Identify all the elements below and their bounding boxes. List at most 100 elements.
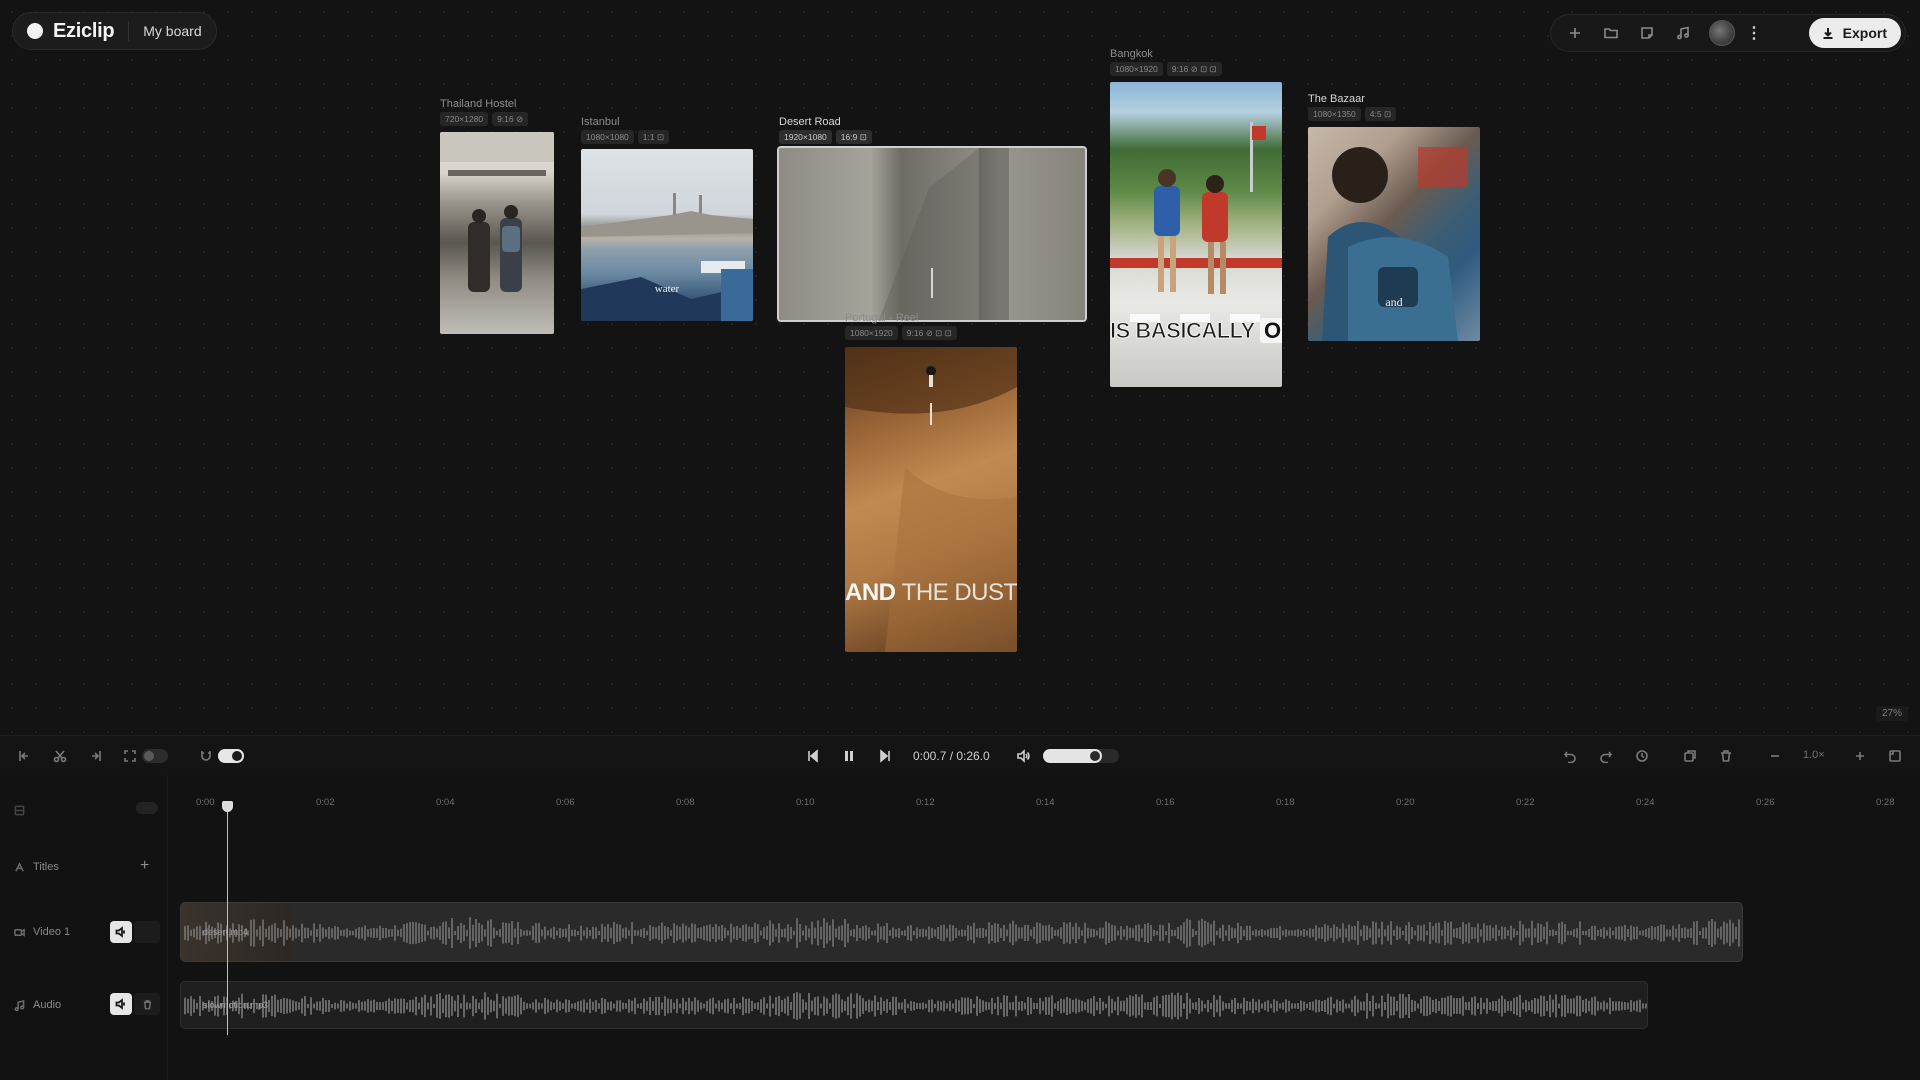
fit-frame-icon[interactable] (120, 746, 140, 766)
track-visibility-toggle[interactable] (136, 802, 158, 814)
clip-card-thailand-hostel[interactable]: Thailand Hostel 720×1280 9:16 ⊘ (440, 98, 554, 338)
board-canvas[interactable]: Eziclip My board ⋮ Export Thailand Hoste… (0, 0, 1920, 735)
canvas-zoom-indicator[interactable]: 27% (1875, 706, 1908, 721)
timeline-zoom-value: 1.0× (1803, 749, 1825, 761)
clip-caption: water (654, 283, 680, 295)
audio-clip-strip[interactable]: slowmotion.mp3 (180, 981, 1648, 1029)
download-icon (1823, 28, 1833, 39)
volume-slider[interactable] (1043, 749, 1119, 763)
clip-title: Thailand Hostel (440, 98, 517, 110)
trash-icon (143, 999, 151, 1009)
video-track-options[interactable] (134, 921, 160, 943)
track-label-video: Video 1 (14, 926, 70, 938)
magnet-toggle[interactable] (218, 749, 244, 763)
track-label-audio: Audio (14, 999, 61, 1011)
fullscreen-icon[interactable] (1885, 746, 1905, 766)
ruler-tick-label: 0:04 (436, 797, 455, 808)
add-icon[interactable] (1559, 18, 1591, 48)
export-button[interactable]: Export (1808, 18, 1901, 48)
export-label: Export (1842, 25, 1887, 41)
clip-meta: 720×1280 9:16 ⊘ (440, 112, 529, 126)
caption-part-a: IS BASICALLY (1110, 318, 1255, 344)
scissors-icon[interactable] (50, 746, 70, 766)
video-icon (14, 927, 25, 937)
aspect-chip: 9:16 ⊘ (492, 112, 529, 126)
clip-meta: 1080×1920 9:16 ⊘ ⊡ ⊡ (845, 326, 957, 340)
trim-start-icon[interactable] (14, 746, 34, 766)
ruler-tick-label: 0:00 (196, 797, 215, 808)
clip-card-portugal-reel[interactable]: Portugal - Reel 1080×1920 9:16 ⊘ ⊡ ⊡ AND… (845, 312, 1017, 657)
board-name-button[interactable]: My board (143, 23, 201, 39)
clip-thumbnail: and (1308, 127, 1480, 341)
track-headers: Titles + Video 1 Audio (0, 775, 168, 1080)
video-waveform (184, 917, 1740, 949)
time-readout: 0:00.7 / 0:26.0 (913, 749, 990, 763)
more-options-button[interactable]: ⋮ (1743, 23, 1765, 43)
resolution-chip: 1920×1080 (779, 130, 832, 144)
ruler-tick-label: 0:06 (556, 797, 575, 808)
duplicate-icon[interactable] (1680, 746, 1700, 766)
text-icon (15, 861, 24, 871)
playback-controls: 0:00.7 / 0:26.0 1.0× (0, 735, 1920, 775)
clip-meta: 1080×1920 9:16 ⊘ ⊡ ⊡ (1110, 62, 1222, 76)
skip-back-icon[interactable] (803, 746, 823, 766)
ruler-tick-label: 0:22 (1516, 797, 1535, 808)
timeline-ruler[interactable]: 0:00 0:02 0:04 0:06 0:08 0:10 0:12 0:14 0:16 0:18… (180, 775, 1920, 808)
ruler-tick-label: 0:02 (316, 797, 335, 808)
trash-icon[interactable] (1716, 746, 1736, 766)
clip-card-the-bazaar[interactable]: The Bazaar 1080×1350 4:5 ⊡ and (1308, 93, 1480, 343)
playhead-handle[interactable] (222, 801, 233, 812)
music-note-icon[interactable] (1667, 18, 1699, 48)
zoom-in-icon[interactable] (1850, 746, 1870, 766)
top-toolbar: ⋮ Export (1550, 14, 1906, 52)
music-icon (14, 999, 25, 1011)
resolution-chip: 1080×1920 (1110, 62, 1163, 76)
resolution-chip: 720×1280 (440, 112, 489, 126)
clip-meta: 1920×1080 16:9 ⊡ (779, 130, 872, 144)
track-name: Audio (33, 999, 62, 1011)
clip-meta: 1080×1350 4:5 ⊡ (1308, 107, 1397, 121)
zoom-out-icon[interactable] (1765, 746, 1785, 766)
video-mute-button[interactable] (110, 921, 132, 943)
add-title-button[interactable]: + (140, 857, 149, 875)
caption-part-a: AND (845, 579, 896, 606)
app-name: Eziclip (53, 19, 115, 42)
ruler-tick-label: 0:24 (1636, 797, 1655, 808)
clip-card-desert-road[interactable]: Desert Road 1920×1080 16:9 ⊡ (777, 116, 1087, 326)
brand-bar: Eziclip My board (12, 12, 217, 50)
playhead[interactable] (227, 805, 228, 1035)
clip-title: The Bazaar (1308, 93, 1365, 105)
ruler-tick-label: 0:12 (916, 797, 935, 808)
ruler-tick-label: 0:28 (1876, 797, 1895, 808)
resolution-chip: 1080×1080 (581, 130, 634, 144)
ruler-tick-label: 0:08 (676, 797, 695, 808)
clip-thumbnail (440, 132, 554, 334)
aspect-chip: 4:5 ⊡ (1364, 107, 1397, 121)
speaker-icon (115, 998, 125, 1010)
trim-end-icon[interactable] (86, 746, 106, 766)
clip-thumbnail: water (581, 149, 753, 321)
audio-delete-button[interactable] (134, 993, 160, 1015)
volume-icon[interactable] (1013, 746, 1033, 766)
clip-card-istanbul[interactable]: Istanbul 1080×1080 1:1 ⊡ water (581, 116, 753, 326)
skip-forward-icon[interactable] (875, 746, 895, 766)
speaker-icon (115, 926, 125, 938)
timeline: Titles + Video 1 Audio 0:00 0:02 0:04 0:06 0… (0, 775, 1920, 1080)
clip-caption: IS BASICALLY ON (1110, 318, 1282, 344)
audio-mute-button[interactable] (110, 993, 132, 1015)
sticky-note-icon[interactable] (1631, 18, 1663, 48)
snap-toggle[interactable] (142, 749, 168, 763)
folder-icon[interactable] (1595, 18, 1627, 48)
track-label-titles: Titles (14, 861, 59, 873)
clip-card-bangkok[interactable]: Bangkok 1080×1920 9:16 ⊘ ⊡ ⊡ IS BASICALL… (1110, 48, 1282, 388)
aspect-chip: 9:16 ⊘ ⊡ ⊡ (901, 326, 957, 340)
video-clip-strip[interactable]: desert.mp4 (180, 902, 1743, 962)
clip-title: Portugal - Reel (845, 312, 919, 324)
undo-icon[interactable] (1560, 746, 1580, 766)
pause-icon[interactable] (839, 746, 859, 766)
history-icon[interactable] (1632, 746, 1652, 766)
redo-icon[interactable] (1596, 746, 1616, 766)
avatar[interactable] (1709, 20, 1735, 46)
resolution-chip: 1080×1920 (845, 326, 898, 340)
ruler-tick-label: 0:16 (1156, 797, 1175, 808)
